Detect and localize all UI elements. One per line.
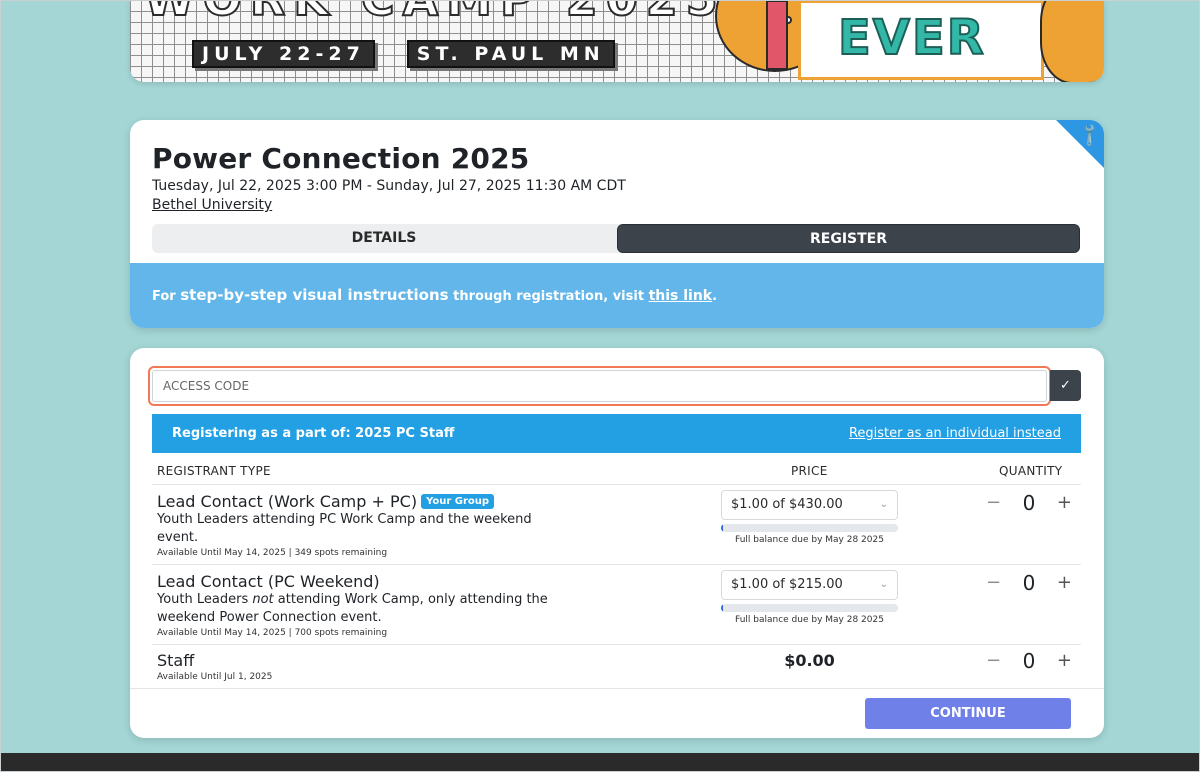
instructions-banner: For step-by-step visual instructions thr… bbox=[130, 263, 1104, 328]
quantity-increase-button[interactable]: + bbox=[1057, 491, 1072, 515]
registrant-row: Lead Contact (PC Weekend) Youth Leaders … bbox=[152, 565, 1081, 644]
your-group-badge: Your Group bbox=[421, 494, 495, 509]
registration-card: ✓ Registering as a part of: 2025 PC Staf… bbox=[130, 348, 1104, 738]
page-footer-bar bbox=[0, 753, 1200, 772]
chevron-down-icon: ⌄ bbox=[879, 499, 888, 510]
column-header-quantity: QUANTITY bbox=[999, 464, 1063, 478]
register-individual-link[interactable]: Register as an individual instead bbox=[849, 426, 1061, 441]
registrant-name: Lead Contact (Work Camp + PC) Your Group bbox=[157, 492, 495, 511]
banner-artwork: EVER bbox=[710, 0, 1104, 82]
registrant-name: Lead Contact (PC Weekend) bbox=[157, 572, 380, 591]
tab-details[interactable]: DETAILS bbox=[152, 224, 616, 253]
continue-button[interactable]: CONTINUE bbox=[865, 698, 1071, 729]
quantity-stepper: − 0 + bbox=[986, 491, 1072, 515]
column-header-price: PRICE bbox=[791, 464, 828, 478]
price-select[interactable]: $1.00 of $430.00 ⌄ bbox=[721, 490, 898, 520]
admin-ribbon[interactable] bbox=[1056, 120, 1104, 168]
instructions-emphasis: step-by-step visual instructions bbox=[180, 286, 449, 304]
quantity-increase-button[interactable]: + bbox=[1057, 571, 1072, 595]
banner-location: ST. PAUL MN bbox=[406, 40, 615, 68]
quantity-stepper: − 0 + bbox=[986, 571, 1072, 595]
event-tabs: DETAILS REGISTER bbox=[152, 224, 1080, 253]
registrant-availability: Available Until Jul 1, 2025 bbox=[157, 672, 273, 682]
price-select[interactable]: $1.00 of $215.00 ⌄ bbox=[721, 570, 898, 600]
quantity-decrease-button[interactable]: − bbox=[986, 649, 1001, 673]
banner-art-text: EVER bbox=[837, 9, 986, 67]
registrant-availability: Available Until May 14, 2025 | 349 spots… bbox=[157, 548, 388, 558]
registrant-name: Staff bbox=[157, 651, 195, 670]
access-code-submit-button[interactable]: ✓ bbox=[1050, 370, 1081, 401]
checkmark-icon: ✓ bbox=[1060, 378, 1071, 393]
registrant-availability: Available Until May 14, 2025 | 700 spots… bbox=[157, 628, 388, 638]
balance-due-note: Full balance due by May 28 2025 bbox=[735, 535, 884, 545]
banner-title: WORK CAMP 2025 bbox=[143, 0, 726, 27]
column-header-type: REGISTRANT TYPE bbox=[157, 464, 271, 478]
payment-progress-bar bbox=[721, 604, 898, 612]
chevron-down-icon: ⌄ bbox=[879, 579, 888, 590]
registrant-description: Youth Leaders attending PC Work Camp and… bbox=[157, 512, 532, 545]
registrant-row: Lead Contact (Work Camp + PC) Your Group … bbox=[152, 485, 1081, 564]
registrant-description: Youth Leaders not attending Work Camp, o… bbox=[157, 592, 548, 625]
banner-dates: JULY 22-27 bbox=[192, 40, 375, 68]
event-title: Power Connection 2025 bbox=[152, 142, 530, 175]
quantity-value: 0 bbox=[1022, 649, 1036, 673]
tab-register[interactable]: REGISTER bbox=[617, 224, 1080, 253]
event-header-card: 🔧 Power Connection 2025 Tuesday, Jul 22,… bbox=[130, 120, 1104, 328]
instructions-link[interactable]: this link bbox=[649, 288, 713, 304]
group-registration-bar: Registering as a part of: 2025 PC Staff … bbox=[152, 414, 1081, 453]
access-code-wrapper bbox=[148, 366, 1051, 406]
quantity-decrease-button[interactable]: − bbox=[986, 571, 1001, 595]
access-code-input[interactable] bbox=[152, 370, 1047, 402]
event-venue-link[interactable]: Bethel University bbox=[152, 197, 272, 213]
event-banner-image: WORK CAMP 2025 JULY 22-27 ST. PAUL MN EV… bbox=[130, 0, 1104, 82]
balance-due-note: Full balance due by May 28 2025 bbox=[735, 615, 884, 625]
registrant-price: $0.00 bbox=[784, 651, 835, 670]
quantity-increase-button[interactable]: + bbox=[1057, 649, 1072, 673]
quantity-value: 0 bbox=[1022, 491, 1036, 515]
quantity-decrease-button[interactable]: − bbox=[986, 491, 1001, 515]
quantity-stepper: − 0 + bbox=[986, 649, 1072, 673]
quantity-value: 0 bbox=[1022, 571, 1036, 595]
registrant-row: Staff Available Until Jul 1, 2025 $0.00 … bbox=[152, 645, 1081, 687]
group-registration-text: Registering as a part of: 2025 PC Staff bbox=[172, 426, 455, 441]
event-dates: Tuesday, Jul 22, 2025 3:00 PM - Sunday, … bbox=[152, 178, 626, 194]
payment-progress-bar bbox=[721, 524, 898, 532]
